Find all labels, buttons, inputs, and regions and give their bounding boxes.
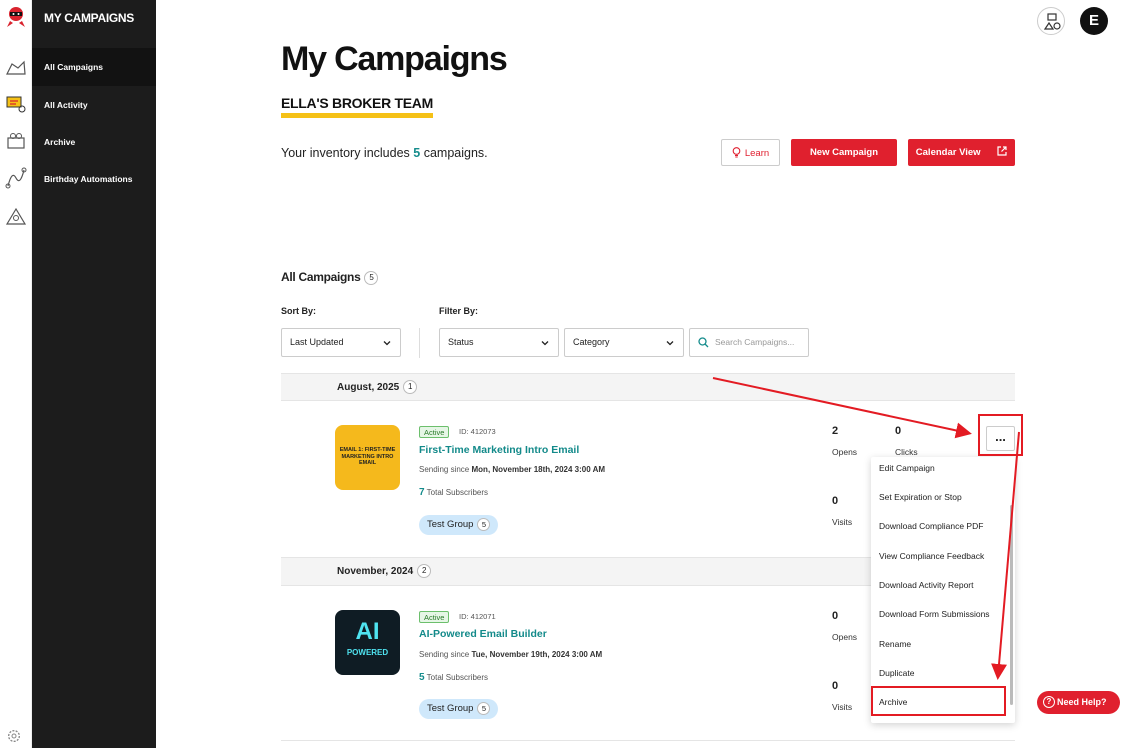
sidebar-item-all-campaigns[interactable]: All Campaigns [32,48,156,86]
thumbnail-text: AI [355,618,380,645]
opens-count: 0 [832,610,839,622]
menu-scrollbar[interactable] [1010,505,1013,705]
group-header-august-2025: August, 2025 1 [281,373,1015,401]
team-icon[interactable] [4,204,28,228]
question-icon: ? [1043,696,1055,708]
campaign-thumbnail[interactable]: AI POWERED [335,610,400,675]
external-link-icon [997,146,1007,156]
opens-label: Opens [832,632,858,642]
category-filter-select[interactable]: Category [564,328,684,357]
campaign-name-link[interactable]: First-Time Marketing Intro Email [419,444,579,456]
menu-item-set-expiration[interactable]: Set Expiration or Stop [879,492,962,502]
campaign-name-link[interactable]: AI-Powered Email Builder [419,628,547,640]
user-avatar[interactable]: E [1080,7,1108,35]
sidebar-item-birthday-automations[interactable]: Birthday Automations [32,160,156,198]
shapes-menu-button[interactable] [1037,7,1065,35]
chevron-down-icon [541,341,549,346]
sidebar-title: MY CAMPAIGNS [44,11,134,25]
group-tag[interactable]: Test Group 5 [419,515,499,535]
chevron-down-icon [666,341,674,346]
divider [281,400,1015,401]
status-badge: Active [419,426,450,438]
search-input[interactable]: Search Campaigns... [689,328,809,357]
sidebar: MY CAMPAIGNS All Campaigns All Activity … [32,0,156,748]
menu-item-edit-campaign[interactable]: Edit Campaign [879,463,935,473]
sidebar-item-archive[interactable]: Archive [32,123,156,161]
clicks-count: 0 [895,425,902,437]
campaign-id: ID: 412073 [459,427,496,436]
inventory-count: 5 [413,146,421,160]
icon-rail [0,0,32,748]
need-help-button[interactable]: ? Need Help? [1037,691,1120,714]
automation-icon[interactable] [4,166,28,190]
divider [281,740,1015,741]
campaign-thumbnail[interactable]: EMAIL 1: FIRST-TIME MARKETING INTRO EMAI… [335,425,400,490]
thumbnail-text: POWERED [346,648,389,657]
subscriber-count: 5 Total Subscribers [419,672,488,683]
filter-label: Filter By: [439,306,479,316]
clicks-label: Clicks [895,447,918,457]
visits-count: 0 [832,680,839,692]
all-campaigns-heading: All Campaigns 5 [281,270,379,285]
campaign-icon[interactable] [4,56,28,80]
lightbulb-icon [732,147,741,158]
sort-label: Sort By: [281,306,317,316]
calendar-view-button[interactable]: Calendar View [908,139,1015,166]
learn-button[interactable]: Learn [721,139,780,166]
ninja-logo-icon[interactable] [4,4,28,28]
annotation-highlight-archive [871,686,1006,716]
subscriber-count: 7 Total Subscribers [419,487,488,498]
campaign-sending-since: Sending since Tue, November 19th, 2024 3… [419,650,603,659]
divider [419,328,420,358]
menu-item-download-form-submissions[interactable]: Download Form Submissions [879,609,990,619]
settings-gear-icon[interactable] [6,728,22,744]
all-campaigns-count: 5 [364,270,379,285]
visits-count: 0 [832,495,839,507]
archive-icon[interactable] [4,130,28,154]
opens-label: Opens [832,447,858,457]
menu-item-rename[interactable]: Rename [879,639,911,649]
opens-count: 2 [832,425,839,437]
new-campaign-button[interactable]: New Campaign [791,139,897,166]
annotation-highlight-more-button [978,414,1023,456]
sort-select[interactable]: Last Updated [281,328,401,357]
menu-item-download-activity-report[interactable]: Download Activity Report [879,580,974,590]
status-filter-select[interactable]: Status [439,328,559,357]
campaign-actions-menu: Edit Campaign Set Expiration or Stop Dow… [871,457,1015,723]
sidebar-item-all-activity[interactable]: All Activity [32,86,156,124]
activity-icon[interactable] [4,92,28,116]
chevron-down-icon [383,341,391,346]
shapes-icon [1043,13,1061,30]
campaign-id: ID: 412071 [459,612,496,621]
campaign-sending-since: Sending since Mon, November 18th, 2024 3… [419,465,606,474]
visits-label: Visits [832,702,853,712]
team-name: ELLA'S BROKER TEAM [281,95,433,118]
status-badge: Active [419,611,450,623]
visits-label: Visits [832,517,853,527]
page-title: My Campaigns [281,40,508,78]
menu-item-duplicate[interactable]: Duplicate [879,668,914,678]
search-icon [698,337,709,348]
menu-item-view-compliance-feedback[interactable]: View Compliance Feedback [879,551,984,561]
group-tag[interactable]: Test Group 5 [419,699,499,719]
menu-item-download-compliance-pdf[interactable]: Download Compliance PDF [879,521,983,531]
inventory-summary: Your inventory includes 5 campaigns. [281,146,488,160]
thumbnail-text: EMAIL 1: FIRST-TIME MARKETING INTRO EMAI… [339,447,396,466]
